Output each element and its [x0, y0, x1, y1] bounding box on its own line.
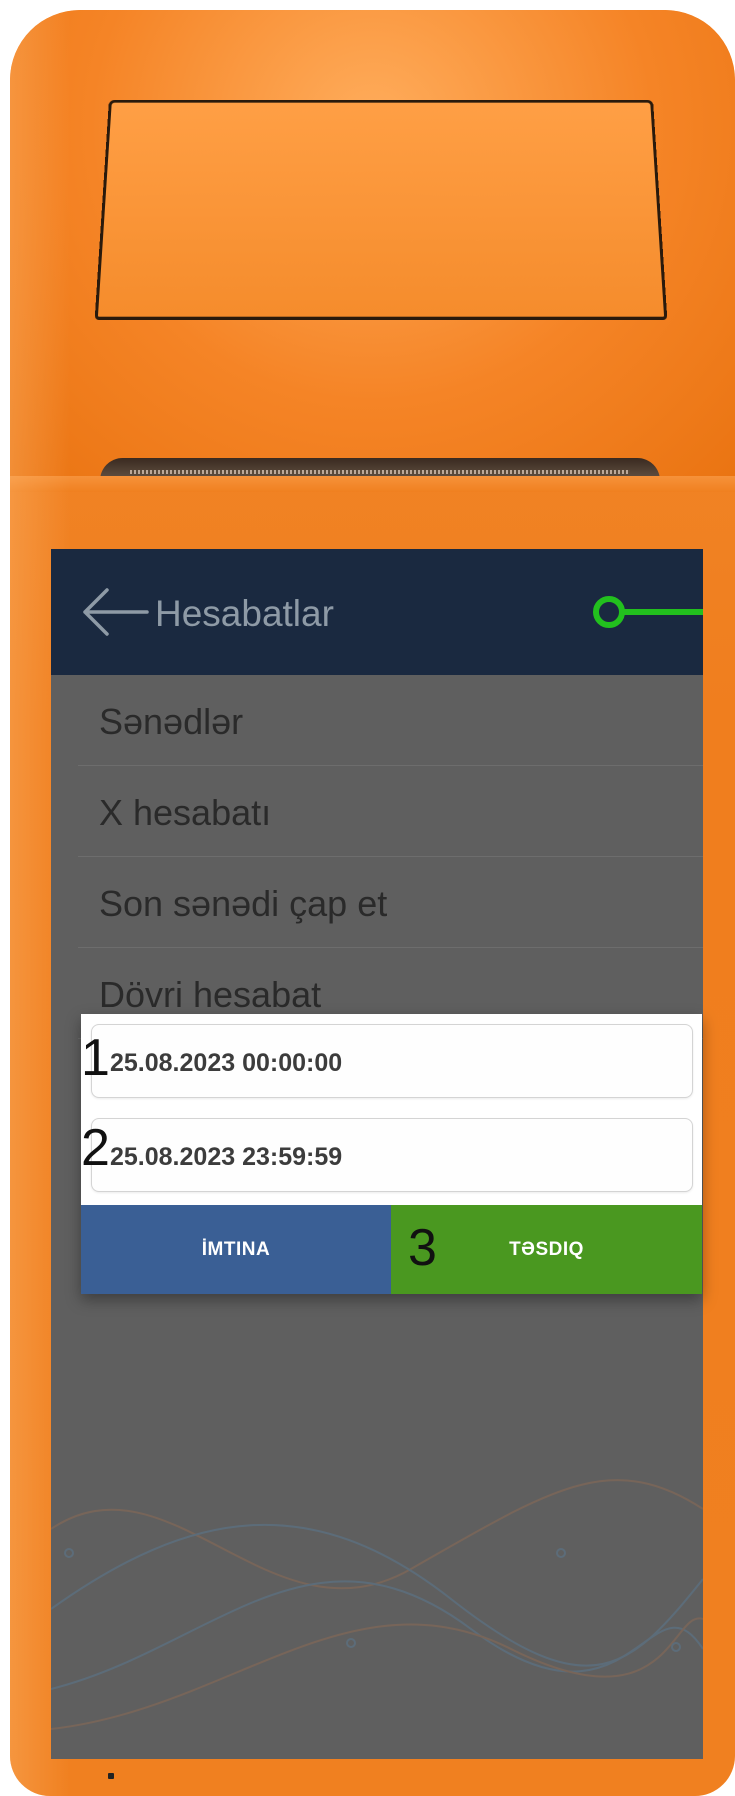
annotation-number-3: 3 [408, 1219, 437, 1277]
menu-item-label: Dövri hesabat [99, 974, 322, 1015]
start-date-field[interactable]: 25.08.2023 00:00:00 [91, 1024, 693, 1098]
annotation-number-2: 2 [81, 1119, 110, 1177]
menu-item-x-report[interactable]: X hesabatı [78, 766, 703, 857]
menu-item-label: X hesabatı [99, 792, 272, 833]
menu-item-label: Sənədlər [99, 701, 244, 742]
end-date-value: 25.08.2023 23:59:59 [110, 1143, 343, 1171]
menu-item-print-last[interactable]: Son sənədi çap et [78, 857, 703, 948]
cancel-button[interactable]: İMTINA [81, 1205, 391, 1294]
annotation-number-1: 1 [81, 1029, 110, 1087]
device-indicator-dot [108, 1773, 114, 1779]
end-date-field[interactable]: 25.08.2023 23:59:59 [91, 1118, 693, 1192]
device-ledge [10, 476, 735, 492]
date-range-dialog: 25.08.2023 00:00:00 25.08.2023 23:59:59 … [81, 1014, 702, 1294]
menu-item-label: Son sənədi çap et [99, 883, 388, 924]
arrow-left-icon[interactable] [79, 587, 149, 637]
green-pointer-icon [593, 596, 703, 628]
confirm-button[interactable]: TƏSDIQ [391, 1205, 702, 1294]
paper-compartment-lid [94, 99, 668, 320]
menu-item-documents[interactable]: Sənədlər [78, 675, 703, 766]
background-waves [51, 1479, 703, 1730]
app-bar: Hesabatlar [51, 549, 703, 675]
start-date-value: 25.08.2023 00:00:00 [110, 1049, 343, 1077]
page-title: Hesabatlar [155, 593, 334, 634]
